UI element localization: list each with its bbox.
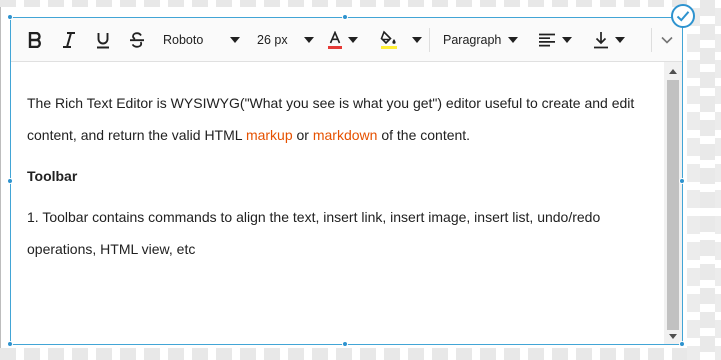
vertical-scrollbar[interactable] [664, 62, 682, 344]
scroll-down-arrow-icon[interactable] [669, 334, 677, 339]
background-strip-top [0, 0, 721, 7]
font-color-button[interactable] [325, 25, 345, 55]
italic-button[interactable] [58, 25, 80, 55]
align-left-icon [539, 33, 555, 47]
chevron-down-icon [615, 37, 625, 43]
toolbar-separator [651, 28, 652, 52]
markup-link[interactable]: markup [246, 127, 293, 143]
font-size-dropdown[interactable]: 26 px [257, 25, 317, 55]
chevron-down-icon [348, 37, 358, 43]
font-color-dropdown[interactable] [346, 25, 360, 55]
chevron-down-icon [412, 37, 422, 43]
scroll-up-arrow-icon[interactable] [669, 69, 677, 74]
italic-icon [63, 32, 75, 48]
alignment-dropdown[interactable] [538, 25, 574, 55]
paragraph: The Rich Text Editor is WYSIWYG("What yo… [27, 87, 647, 151]
strikethrough-button[interactable] [126, 25, 148, 55]
background-strip-bottom [0, 348, 721, 360]
more-icon [661, 36, 673, 44]
toolbar-separator [429, 28, 430, 52]
background-strip-right [687, 0, 721, 360]
paragraph-text: or [292, 127, 313, 143]
bold-icon [28, 32, 41, 48]
font-color-icon [328, 30, 342, 49]
chevron-down-icon [230, 37, 240, 43]
background-color-dropdown[interactable] [410, 25, 424, 55]
editor-content[interactable]: The Rich Text Editor is WYSIWYG("What yo… [11, 62, 663, 344]
underline-icon [97, 32, 109, 48]
font-family-value: Roboto [163, 33, 204, 47]
underline-button[interactable] [92, 25, 114, 55]
selected-badge[interactable] [671, 4, 695, 28]
markdown-link[interactable]: markdown [313, 127, 378, 143]
font-size-value: 26 px [257, 33, 288, 47]
scrollbar-thumb[interactable] [667, 80, 679, 330]
resize-handle[interactable] [342, 341, 348, 347]
paragraph: 1. Toolbar contains commands to align th… [27, 209, 601, 257]
background-color-button[interactable] [378, 25, 400, 55]
rich-text-editor[interactable]: Roboto 26 px Paragraph The Rich Text Edi… [10, 17, 683, 345]
chevron-down-icon [562, 37, 572, 43]
format-dropdown[interactable]: Paragraph [443, 25, 523, 55]
resize-handle[interactable] [7, 341, 13, 347]
insert-dropdown[interactable] [593, 25, 629, 55]
resize-handle[interactable] [679, 178, 685, 184]
insert-icon [594, 32, 608, 49]
toolbar-heading: Toolbar [27, 168, 78, 184]
font-family-dropdown[interactable]: Roboto [163, 25, 243, 55]
strikethrough-icon [130, 32, 144, 48]
resize-handle[interactable] [7, 14, 13, 20]
resize-handle[interactable] [7, 178, 13, 184]
bold-button[interactable] [24, 25, 46, 55]
paragraph-text: of the content. [377, 127, 471, 143]
chevron-down-icon [304, 37, 314, 43]
resize-handle[interactable] [679, 341, 685, 347]
background-color-icon [380, 30, 397, 49]
check-icon [676, 11, 690, 22]
chevron-down-icon [508, 37, 518, 43]
toolbar-expand-button[interactable] [656, 25, 678, 55]
resize-handle[interactable] [342, 14, 348, 20]
editor-toolbar: Roboto 26 px Paragraph [11, 18, 682, 62]
format-value: Paragraph [443, 33, 502, 47]
